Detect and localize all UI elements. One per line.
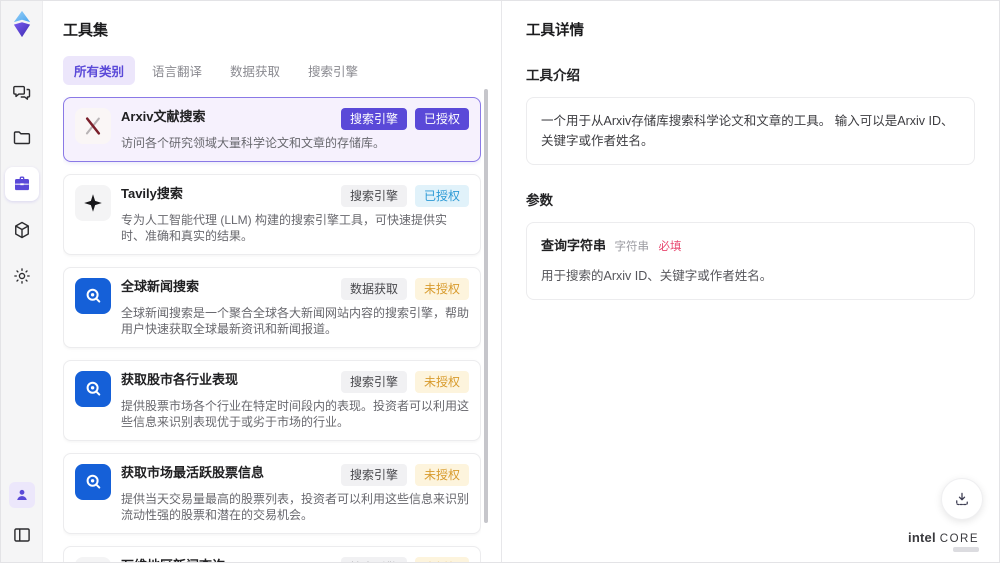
tool-title: 获取股市各行业表现 (121, 372, 239, 387)
folder-icon[interactable] (5, 121, 39, 155)
tool-list-item-2[interactable]: 全球新闻搜索 数据获取 未授权 全球新闻搜索是一个聚合全球各大新闻网站内容的搜索… (63, 267, 481, 348)
chat-icon[interactable] (5, 75, 39, 109)
intel-product-text: CORE (939, 533, 979, 545)
arxiv-logo-icon (85, 117, 101, 135)
tool-auth-badge: 未授权 (414, 557, 469, 562)
tab-0[interactable]: 所有类别 (63, 56, 136, 85)
tool-auth-badge: 已授权 (414, 108, 469, 130)
cube-icon[interactable] (5, 213, 39, 247)
param-description: 用于搜索的Arxiv ID、关键字或作者姓名。 (541, 268, 773, 283)
intro-heading: 工具介绍 (526, 68, 580, 83)
download-icon (956, 492, 968, 506)
details-title: 工具详情 (526, 23, 584, 39)
tool-details-panel: 工具详情 工具介绍 一个用于从Arxiv存储库搜索科学论文和文章的工具。 输入可… (501, 1, 999, 562)
news-search-icon (86, 474, 101, 489)
tool-list-item-1[interactable]: Tavily搜索 搜索引擎 已授权 专为人工智能代理 (LLM) 构建的搜索引擎… (63, 174, 481, 255)
arxiv-icon (75, 108, 111, 144)
news-search-icon (86, 381, 101, 396)
download-button[interactable] (941, 478, 983, 520)
app-logo-gem-icon[interactable] (7, 9, 37, 39)
tool-category-badge: 搜索引擎 (340, 557, 407, 562)
tool-auth-badge: 未授权 (414, 371, 469, 393)
tool-auth-badge: 未授权 (414, 278, 469, 300)
toolset-panel: 工具集 所有类别 语言翻译 数据获取 搜索引擎 Arxiv文献搜索 搜索引擎 已授权 … (43, 1, 501, 562)
sidebar-rail (1, 1, 43, 562)
tool-list-item-4[interactable]: 获取市场最活跃股票信息 搜索引擎 未授权 提供当天交易量最高的股票列表，投资者可… (63, 453, 481, 534)
tool-description: 专为人工智能代理 (LLM) 构建的搜索引擎工具，可快速提供实时、准确和真实的结… (121, 213, 448, 243)
panel-toggle-icon[interactable] (5, 518, 39, 552)
intel-core-logo: intel CORE (908, 530, 979, 552)
settings-gear-icon[interactable] (5, 259, 39, 293)
news-blue-icon (75, 278, 111, 314)
tool-auth-badge: 未授权 (414, 464, 469, 486)
param-header: 查询字符串 字符串 必填 (541, 236, 960, 257)
list-scrollbar[interactable] (484, 89, 488, 523)
tool-auth-badge: 已授权 (414, 185, 469, 207)
tab-1[interactable]: 语言翻译 (141, 56, 213, 85)
news-blue-icon (75, 371, 111, 407)
tool-category-badge: 搜索引擎 (340, 185, 407, 207)
intel-logo-subbar (953, 547, 979, 552)
user-avatar-icon[interactable] (8, 482, 35, 508)
tool-title: 获取市场最活跃股票信息 (121, 465, 265, 480)
param-required-badge: 必填 (658, 241, 682, 253)
tab-3[interactable]: 搜索引擎 (297, 56, 369, 85)
tool-description: 访问各个研究领域大量科学论文和文章的存储库。 (121, 136, 386, 150)
intro-box: 一个用于从Arxiv存储库搜索科学论文和文章的工具。 输入可以是Arxiv ID… (526, 97, 975, 165)
tool-title: Arxiv文献搜索 (121, 109, 206, 124)
tool-title: 全球新闻搜索 (121, 279, 200, 294)
sparkle-star-icon (84, 194, 102, 212)
param-name: 查询字符串 (541, 238, 607, 253)
tab-2[interactable]: 数据获取 (219, 56, 291, 85)
tool-list-item-5[interactable]: 万维地区新闻查询 搜索引擎 未授权 查询具体行政区划内的新闻，快速了解各地新闻动 (63, 546, 481, 562)
tool-list-item-0[interactable]: Arxiv文献搜索 搜索引擎 已授权 访问各个研究领域大量科学论文和文章的存储库… (63, 97, 481, 162)
tool-title: 万维地区新闻查询 (121, 557, 341, 562)
tool-category-badge: 搜索引擎 (340, 108, 407, 130)
params-heading: 参数 (526, 193, 553, 208)
tool-category-badge: 数据获取 (340, 278, 407, 300)
category-tabs: 所有类别 语言翻译 数据获取 搜索引擎 (63, 56, 481, 85)
news-blue-icon (75, 464, 111, 500)
tool-category-badge: 搜索引擎 (340, 371, 407, 393)
tool-category-badge: 搜索引擎 (340, 464, 407, 486)
param-type: 字符串 (614, 241, 650, 253)
intro-text: 一个用于从Arxiv存储库搜索科学论文和文章的工具。 输入可以是Arxiv ID… (541, 114, 954, 148)
param-box: 查询字符串 字符串 必填 用于搜索的Arxiv ID、关键字或作者姓名。 (526, 222, 975, 300)
intel-brand-text: intel (908, 530, 936, 545)
tool-list-item-3[interactable]: 获取股市各行业表现 搜索引擎 未授权 提供股票市场各个行业在特定时间段内的表现。… (63, 360, 481, 441)
tool-description: 提供股票市场各个行业在特定时间段内的表现。投资者可以利用这些信息来识别表现优于或… (121, 399, 470, 429)
tool-list: Arxiv文献搜索 搜索引擎 已授权 访问各个研究领域大量科学论文和文章的存储库… (63, 97, 481, 562)
newspaper-icon (75, 557, 111, 562)
page-title: 工具集 (63, 22, 109, 39)
tool-description: 全球新闻搜索是一个聚合全球各大新闻网站内容的搜索引擎，帮助用户快速获取全球最新资… (121, 306, 470, 336)
news-search-icon (86, 288, 101, 303)
sparkle-icon (75, 185, 111, 221)
app-window: 工具集 所有类别 语言翻译 数据获取 搜索引擎 Arxiv文献搜索 搜索引擎 已授权 … (0, 0, 1000, 563)
sidebar-item-toolbox[interactable] (4, 167, 39, 201)
tool-description: 提供当天交易量最高的股票列表，投资者可以利用这些信息来识别流动性强的股票和潜在的… (121, 492, 470, 522)
tool-title: Tavily搜索 (121, 186, 183, 201)
